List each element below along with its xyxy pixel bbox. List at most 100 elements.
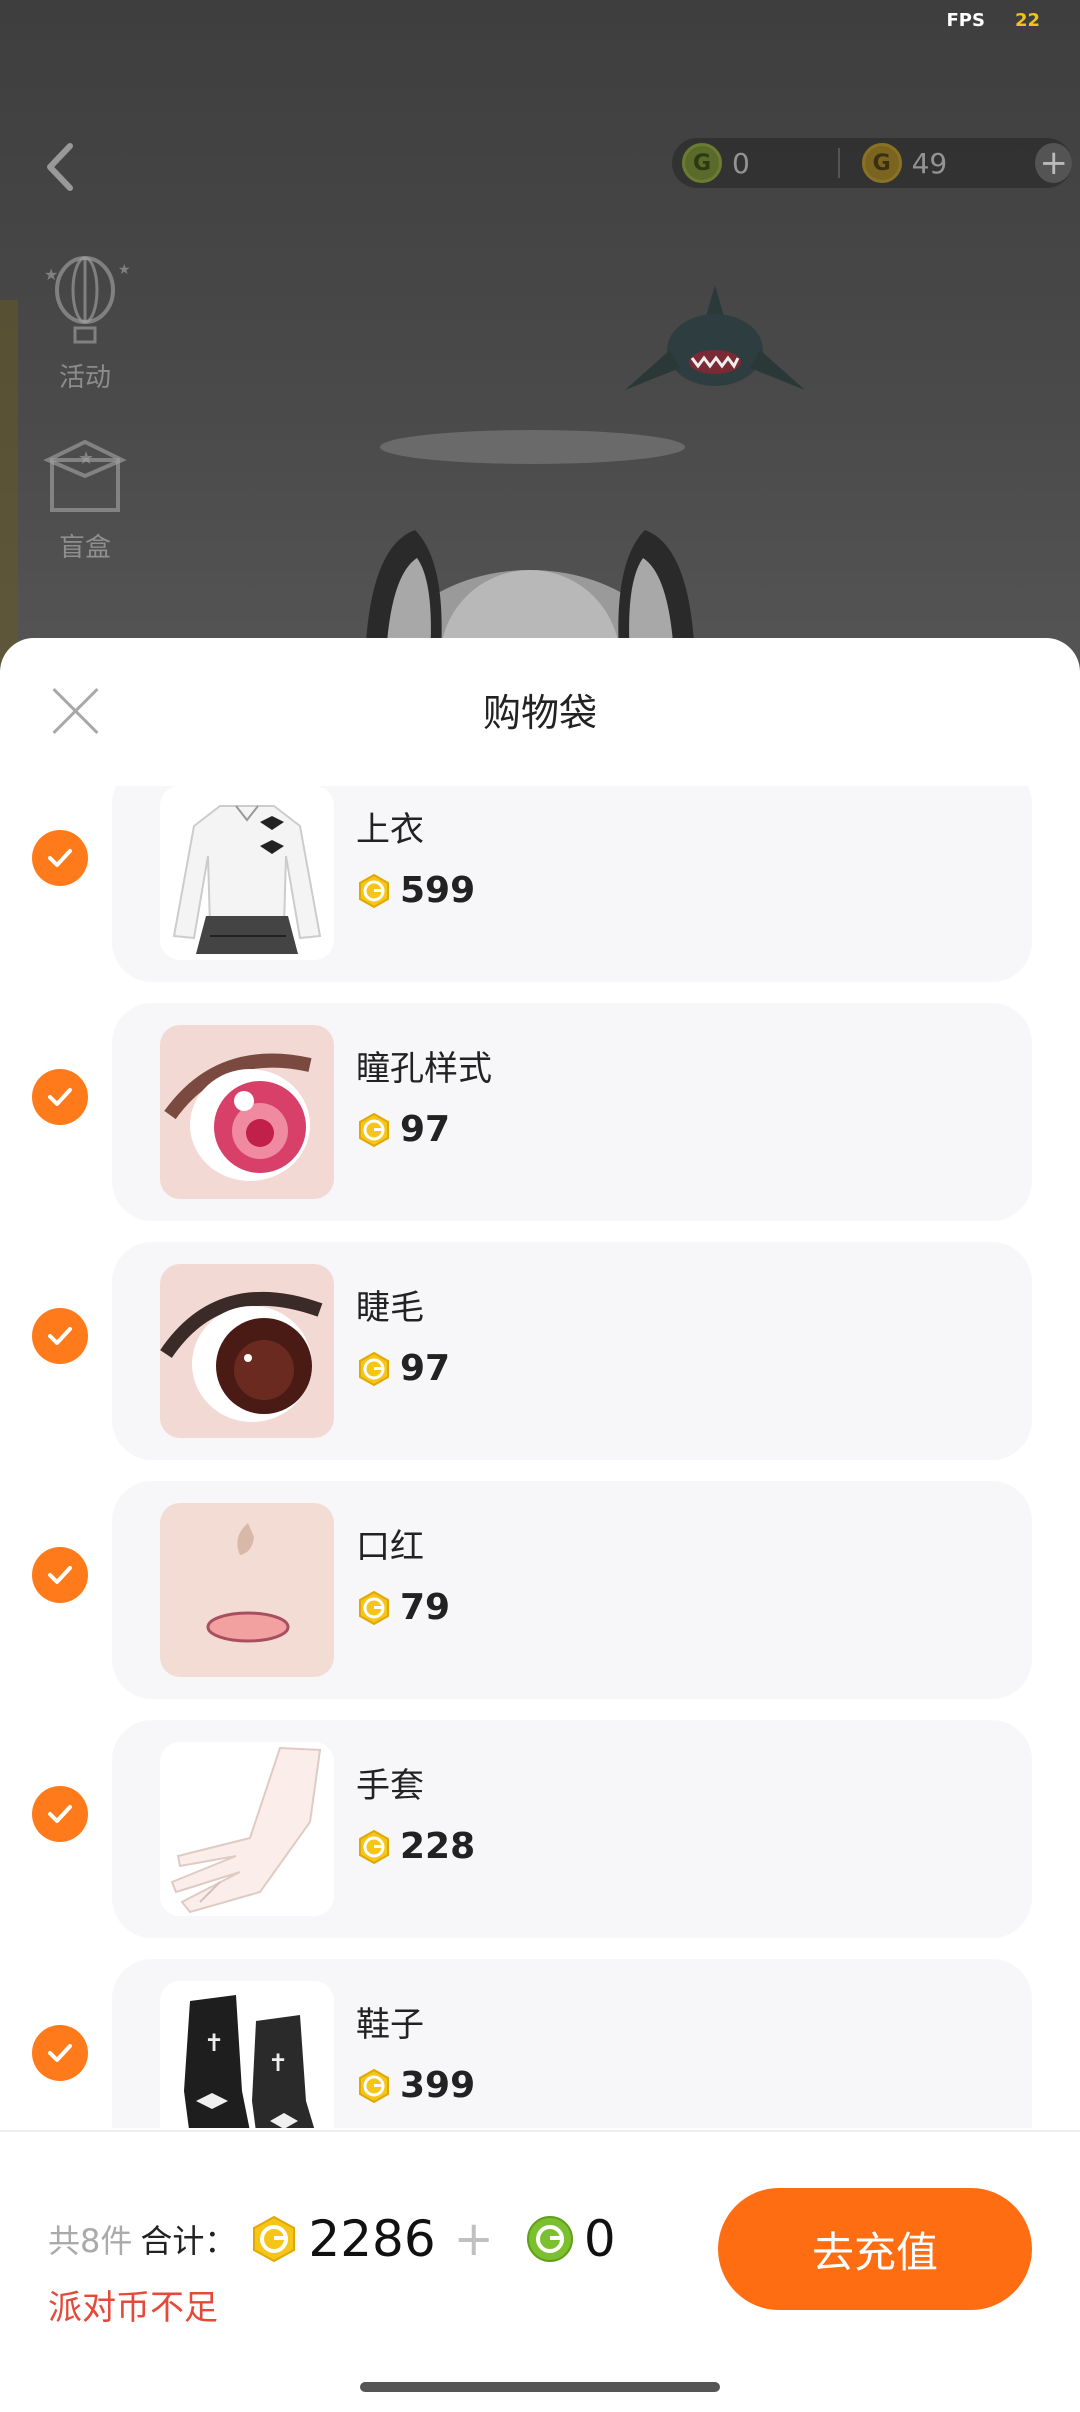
recharge-button[interactable]: 去充值 — [718, 2188, 1032, 2310]
item-price: 97 — [356, 1348, 450, 1389]
item-count: 共8件 — [48, 2222, 133, 2260]
item-price: 97 — [356, 1109, 450, 1150]
checkout-footer: 共8件 合计： 2286 + 0 派对币不足 去充值 — [0, 2130, 1080, 2412]
lips-icon — [160, 1503, 334, 1677]
checkmark-icon — [48, 1566, 72, 1584]
boots-icon: ✝ ✝ — [160, 1981, 334, 2128]
fps-label: FPS — [946, 10, 985, 31]
item-thumbnail — [160, 786, 334, 960]
green-coin-balance: G 0 — [682, 143, 838, 183]
gold-coin-icon — [356, 1351, 392, 1387]
item-price-value: 228 — [400, 1826, 476, 1867]
item-name: 口红 — [356, 1527, 424, 1567]
item-checkbox[interactable] — [32, 1308, 88, 1364]
checkmark-icon — [48, 849, 72, 867]
item-price-value: 97 — [400, 1109, 451, 1150]
list-item: 手套 228 — [0, 1720, 1080, 1959]
side-panel-edge — [0, 300, 18, 680]
svg-text:✝: ✝ — [204, 2029, 224, 2057]
fps-value: 22 — [1014, 10, 1040, 31]
gold-coin-icon — [356, 1112, 392, 1148]
item-card[interactable]: ✝ ✝ 鞋子 399 — [112, 1959, 1032, 2128]
add-currency-button[interactable]: + — [1035, 143, 1073, 183]
item-price-value: 97 — [400, 1348, 451, 1389]
list-item: 口红 79 — [0, 1481, 1080, 1720]
item-checkbox[interactable] — [32, 1786, 88, 1842]
sheet-header: 购物袋 — [0, 638, 1080, 786]
item-thumbnail — [160, 1503, 334, 1677]
display-platform — [380, 430, 685, 464]
checkmark-icon — [48, 2044, 72, 2062]
list-item: ✝ ✝ 鞋子 399 — [0, 1959, 1080, 2128]
svg-text:★: ★ — [118, 262, 131, 278]
item-price-value: 399 — [400, 2065, 476, 2106]
item-thumbnail — [160, 1025, 334, 1199]
checkmark-icon — [48, 1327, 72, 1345]
svg-text:★: ★ — [44, 265, 58, 284]
list-item: 睫毛 97 — [0, 1242, 1080, 1481]
pink-eye-icon — [160, 1025, 334, 1199]
currency-bar: G 0 G 49 + — [672, 138, 1073, 188]
item-card[interactable]: 手套 228 — [112, 1720, 1032, 1938]
currency-divider — [837, 148, 840, 178]
total-label: 合计： — [140, 2222, 237, 2260]
side-menu-blindbox[interactable]: ★ 盲盒 — [30, 420, 140, 564]
item-card[interactable]: 睫毛 97 — [112, 1242, 1032, 1460]
home-indicator[interactable] — [360, 2382, 720, 2392]
gold-coin-icon — [356, 2068, 392, 2104]
gold-total: 2286 — [308, 2210, 436, 2268]
item-price-value: 599 — [400, 870, 476, 911]
side-menu-activity[interactable]: ★ ★ 活动 — [30, 250, 140, 394]
item-price: 228 — [356, 1826, 475, 1867]
gold-coin-icon — [356, 873, 392, 909]
item-card[interactable]: 口红 79 — [112, 1481, 1032, 1699]
side-menu-blindbox-label: 盲盒 — [58, 533, 111, 563]
item-card[interactable]: 瞳孔样式 97 — [112, 1003, 1032, 1221]
gold-coin-balance: G 49 — [861, 143, 1018, 183]
insufficient-balance-warning: 派对币不足 — [48, 2288, 218, 2328]
glove-icon — [160, 1742, 334, 1916]
sheet-title: 购物袋 — [482, 691, 597, 735]
side-menu-activity-label: 活动 — [58, 363, 111, 393]
fps-counter: FPS 22 — [946, 10, 1040, 31]
order-summary: 共8件 合计： 2286 + 0 — [48, 2210, 616, 2268]
list-item: 上衣 599 — [0, 786, 1080, 1003]
plus-sign: + — [453, 2211, 494, 2267]
item-thumbnail: ✝ ✝ — [160, 1981, 334, 2128]
item-thumbnail — [160, 1742, 334, 1916]
back-icon[interactable] — [36, 132, 86, 202]
item-name: 睫毛 — [356, 1288, 424, 1328]
item-price: 599 — [356, 870, 475, 911]
item-card[interactable]: 上衣 599 — [112, 786, 1032, 982]
game-scene-background: FPS 22 G 0 G 49 + ★ ★ 活动 ★ 盲盒 — [0, 0, 1080, 680]
cart-item-list[interactable]: 上衣 599 瞳孔样式 97 睫毛 97 口红 79 手套 228 ✝ ✝ 鞋子… — [0, 786, 1080, 2128]
gold-coin-amount: 49 — [911, 146, 948, 180]
shark-pet-figure — [625, 285, 805, 390]
item-checkbox[interactable] — [32, 830, 88, 886]
blouse-icon — [160, 786, 334, 960]
green-coin-amount: 0 — [732, 146, 750, 180]
gift-box-icon: ★ — [43, 439, 127, 512]
item-price: 399 — [356, 2065, 475, 2106]
gold-coin-icon — [250, 2215, 298, 2263]
gold-coin-icon — [356, 1590, 392, 1626]
svg-text:★: ★ — [78, 448, 94, 469]
list-item: 瞳孔样式 97 — [0, 1003, 1080, 1242]
item-checkbox[interactable] — [32, 1547, 88, 1603]
item-price: 79 — [356, 1587, 450, 1628]
checkmark-icon — [48, 1805, 72, 1823]
item-name: 手套 — [356, 1766, 424, 1806]
item-checkbox[interactable] — [32, 2025, 88, 2081]
item-name: 鞋子 — [356, 2005, 424, 2045]
svg-text:✝: ✝ — [268, 2049, 288, 2077]
item-name: 瞳孔样式 — [356, 1049, 492, 1089]
item-thumbnail — [160, 1264, 334, 1438]
brown-eye-icon — [160, 1264, 334, 1438]
checkmark-icon — [48, 1088, 72, 1106]
item-price-value: 79 — [400, 1587, 451, 1628]
item-name: 上衣 — [356, 810, 424, 850]
gold-coin-icon — [356, 1829, 392, 1865]
gold-coin-icon: G — [861, 143, 902, 183]
item-checkbox[interactable] — [32, 1069, 88, 1125]
green-coin-icon — [526, 2215, 574, 2263]
